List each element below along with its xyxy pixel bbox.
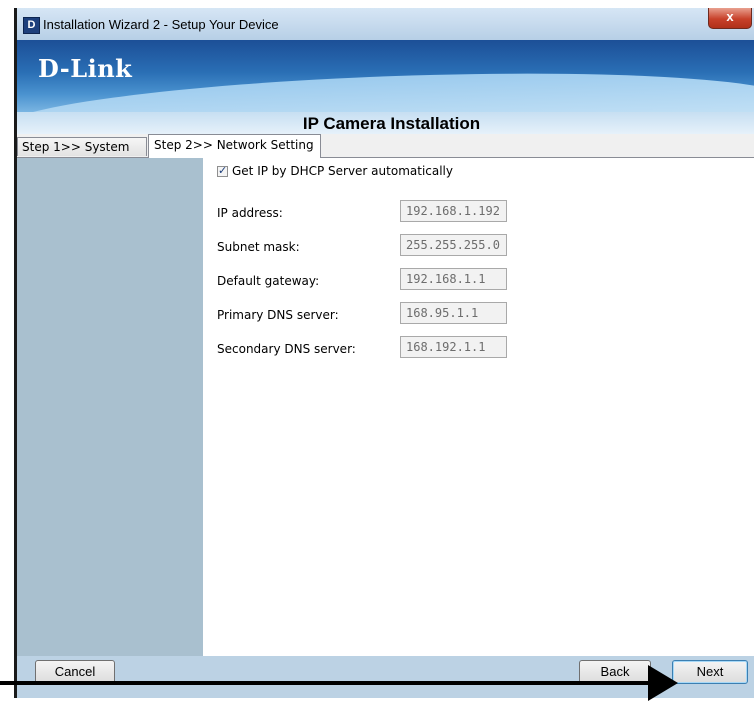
primary-dns-field[interactable]: 168.95.1.1 xyxy=(400,302,507,324)
page-title: IP Camera Installation xyxy=(302,114,481,133)
next-button[interactable]: Next xyxy=(672,660,748,684)
secondary-dns-field[interactable]: 168.192.1.1 xyxy=(400,336,507,358)
network-settings-panel: Get IP by DHCP Server automatically IP a… xyxy=(203,158,754,656)
close-button[interactable]: x xyxy=(708,8,752,29)
subnet-mask-field[interactable]: 255.255.255.0 xyxy=(400,234,507,256)
dhcp-option[interactable]: Get IP by DHCP Server automatically xyxy=(217,164,453,178)
tab-strip: Step 1>> System Step 2>> Network Setting xyxy=(17,134,754,158)
default-gateway-field[interactable]: 192.168.1.1 xyxy=(400,268,507,290)
title-bar: D Installation Wizard 2 - Setup Your Dev… xyxy=(17,8,754,40)
primary-dns-label: Primary DNS server: xyxy=(217,308,339,322)
arrow-right-icon-shaft xyxy=(0,681,650,685)
wizard-footer: Cancel Back Next xyxy=(17,656,754,698)
wizard-window: D Installation Wizard 2 - Setup Your Dev… xyxy=(14,8,754,698)
dhcp-checkbox[interactable] xyxy=(217,164,228,177)
close-icon: x xyxy=(726,9,734,24)
d-link-logo: D-Link xyxy=(38,54,133,83)
ip-address-field[interactable]: 192.168.1.192 xyxy=(400,200,507,222)
window-title: Installation Wizard 2 - Setup Your Devic… xyxy=(43,17,279,32)
d-link-app-icon: D xyxy=(23,17,40,34)
wizard-header: IP Camera Installation xyxy=(17,112,754,134)
dhcp-label: Get IP by DHCP Server automatically xyxy=(232,164,453,178)
default-gateway-label: Default gateway: xyxy=(217,274,320,288)
tab-step-1-system[interactable]: Step 1>> System xyxy=(17,137,147,156)
secondary-dns-label: Secondary DNS server: xyxy=(217,342,356,356)
tab-step-2-network-setting[interactable]: Step 2>> Network Setting xyxy=(148,134,321,158)
ip-address-label: IP address: xyxy=(217,206,283,220)
subnet-mask-label: Subnet mask: xyxy=(217,240,300,254)
sidebar-panel xyxy=(17,158,203,656)
arrow-right-icon xyxy=(648,665,678,701)
brand-banner: D-Link xyxy=(17,40,754,112)
